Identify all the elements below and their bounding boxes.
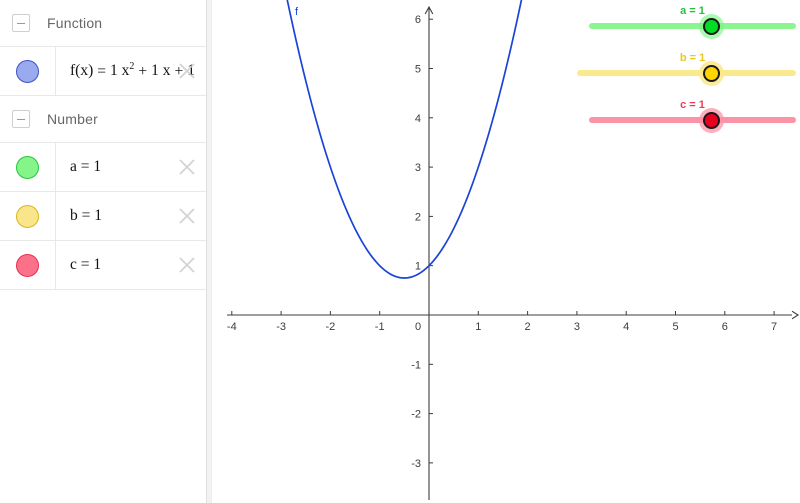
algebra-row-content[interactable]: c = 1 (56, 241, 206, 289)
y-tick-label: 3 (415, 162, 421, 174)
minus-icon (17, 22, 25, 24)
close-icon[interactable] (176, 156, 198, 178)
y-axis-tick-labels: 6 5 4 3 2 1 -1 -2 -3 (411, 14, 421, 470)
slider-b-handle-knob[interactable] (703, 64, 720, 82)
group-title-number: Number (47, 111, 98, 127)
algebra-row-content[interactable]: a = 1 (56, 143, 206, 191)
close-icon[interactable] (176, 254, 198, 276)
algebra-row-number-c[interactable]: c = 1 (0, 241, 206, 290)
slider-a-handle[interactable] (699, 13, 724, 39)
collapse-number-button[interactable] (12, 110, 30, 128)
x-tick-label: 4 (623, 321, 629, 333)
y-tick-label: -2 (411, 409, 421, 421)
group-header-function: Function (0, 0, 206, 47)
x-axis (227, 310, 800, 320)
marker-cell (0, 143, 56, 191)
slider-c-visibility-toggle[interactable] (16, 253, 39, 277)
algebra-row-number-a[interactable]: a = 1 (0, 143, 206, 192)
y-tick-label: -1 (411, 359, 421, 371)
y-axis-ticks (429, 18, 433, 464)
graphics-view[interactable]: -4 -3 -2 -1 0 1 2 3 4 5 6 7 6 5 4 3 2 1 … (212, 0, 800, 503)
group-title-function: Function (47, 15, 103, 31)
x-tick-label: -4 (227, 321, 237, 333)
y-tick-label: -3 (411, 458, 421, 470)
function-visibility-toggle[interactable] (16, 59, 39, 83)
algebra-row-content[interactable]: b = 1 (56, 192, 206, 240)
slider-c[interactable]: c = 1 (589, 99, 796, 133)
algebra-row-content[interactable]: f(x) = 1 x2 +1 x +1 (56, 47, 206, 95)
x-tick-label: -3 (276, 321, 286, 333)
close-icon[interactable] (176, 60, 198, 82)
collapse-function-button[interactable] (12, 14, 30, 32)
geogebra-app: Function f(x) = 1 x2 +1 x +1 Number a = … (0, 0, 800, 503)
slider-b-label: b = 1 (679, 52, 706, 64)
slider-c-handle-knob[interactable] (703, 111, 720, 129)
slider-b-track[interactable] (577, 70, 796, 76)
y-tick-label: 2 (415, 211, 421, 223)
y-tick-label: 6 (415, 14, 421, 26)
x-axis-tick-labels: -4 -3 -2 -1 0 1 2 3 4 5 6 7 (227, 321, 777, 333)
x-tick-label: 5 (672, 321, 678, 333)
y-tick-label: 4 (415, 113, 421, 125)
number-expression-b: b = 1 (70, 207, 102, 224)
slider-a-label: a = 1 (680, 5, 705, 17)
algebra-row-number-b[interactable]: b = 1 (0, 192, 206, 241)
function-curve-f[interactable] (280, 0, 528, 279)
x-tick-label: 6 (722, 321, 728, 333)
close-icon[interactable] (176, 205, 198, 227)
y-tick-label: 1 (415, 261, 421, 273)
y-tick-label: 5 (415, 64, 421, 76)
marker-cell (0, 192, 56, 240)
y-axis (424, 5, 434, 500)
slider-b[interactable]: b = 1 (577, 52, 796, 86)
slider-a-track[interactable] (589, 23, 796, 29)
slider-a-visibility-toggle[interactable] (16, 155, 39, 179)
x-tick-label: -2 (326, 321, 336, 333)
algebra-view: Function f(x) = 1 x2 +1 x +1 Number a = … (0, 0, 207, 503)
slider-c-handle[interactable] (699, 107, 724, 133)
slider-a-handle-knob[interactable] (703, 17, 720, 35)
x-tick-label: 2 (525, 321, 531, 333)
slider-b-handle[interactable] (699, 60, 724, 86)
slider-c-label: c = 1 (680, 99, 705, 111)
number-expression-c: c = 1 (70, 256, 102, 273)
algebra-row-function-f[interactable]: f(x) = 1 x2 +1 x +1 (0, 47, 206, 96)
marker-cell (0, 47, 56, 95)
x-tick-label-origin: 0 (415, 321, 421, 333)
group-header-number: Number (0, 96, 206, 143)
x-axis-ticks (231, 311, 775, 315)
slider-c-track[interactable] (589, 117, 796, 123)
marker-cell (0, 241, 56, 289)
x-tick-label: 3 (574, 321, 580, 333)
x-tick-label: -1 (375, 321, 385, 333)
slider-a[interactable]: a = 1 (589, 5, 796, 39)
curve-label-f: f (295, 6, 299, 18)
number-expression-a: a = 1 (70, 158, 102, 175)
slider-b-visibility-toggle[interactable] (16, 204, 39, 228)
x-tick-label: 1 (475, 321, 481, 333)
minus-icon (17, 118, 25, 120)
x-tick-label: 7 (771, 321, 777, 333)
